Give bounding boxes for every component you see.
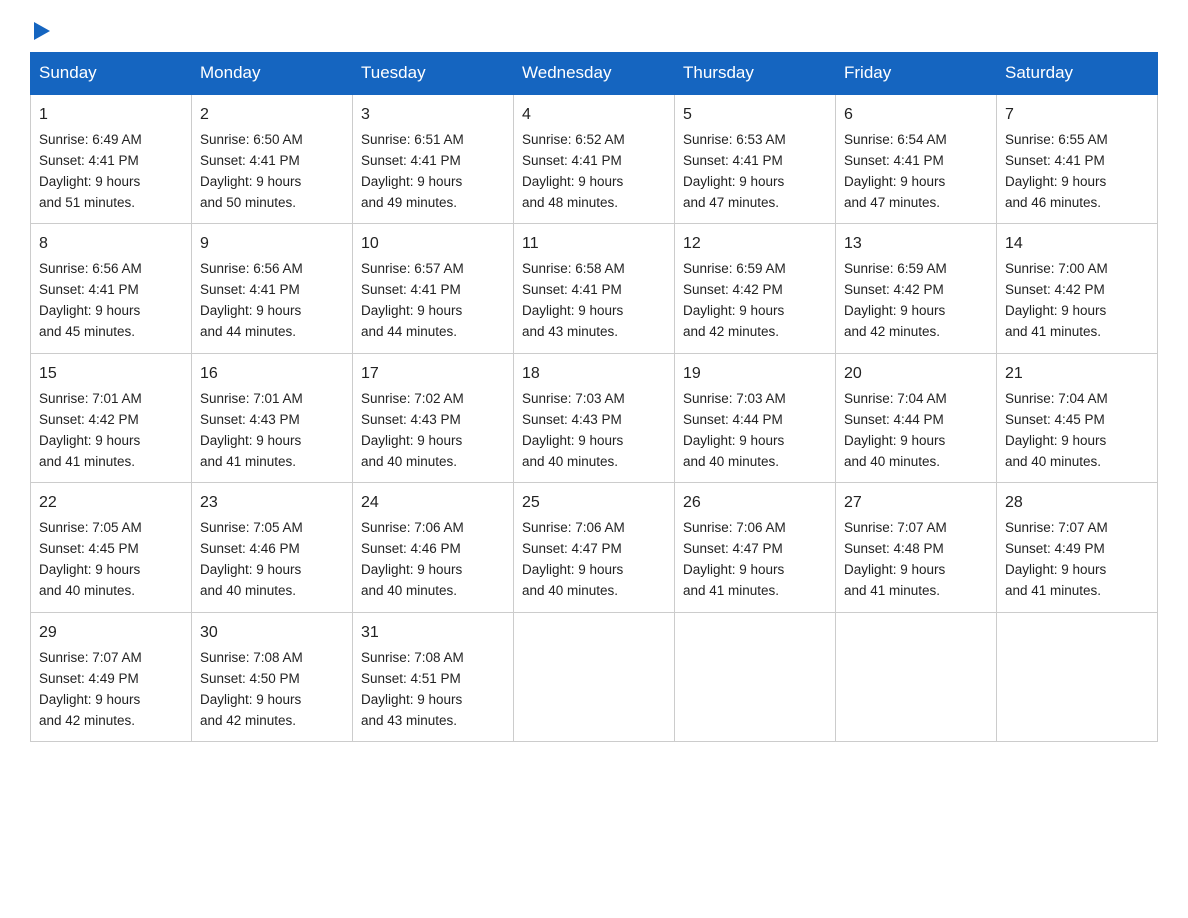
calendar-day-cell: 29Sunrise: 7:07 AMSunset: 4:49 PMDayligh… [31, 612, 192, 741]
day-number: 31 [361, 621, 505, 646]
day-number: 24 [361, 491, 505, 516]
logo-flag-icon [30, 20, 52, 42]
calendar-day-cell: 19Sunrise: 7:03 AMSunset: 4:44 PMDayligh… [675, 353, 836, 482]
calendar-day-cell [997, 612, 1158, 741]
day-number: 18 [522, 362, 666, 387]
day-number: 14 [1005, 232, 1149, 257]
day-number: 21 [1005, 362, 1149, 387]
calendar-week-row: 22Sunrise: 7:05 AMSunset: 4:45 PMDayligh… [31, 483, 1158, 612]
calendar-day-cell: 6Sunrise: 6:54 AMSunset: 4:41 PMDaylight… [836, 94, 997, 224]
day-number: 13 [844, 232, 988, 257]
day-number: 19 [683, 362, 827, 387]
calendar-day-cell: 24Sunrise: 7:06 AMSunset: 4:46 PMDayligh… [353, 483, 514, 612]
calendar-day-cell: 4Sunrise: 6:52 AMSunset: 4:41 PMDaylight… [514, 94, 675, 224]
day-number: 23 [200, 491, 344, 516]
day-number: 17 [361, 362, 505, 387]
calendar-day-cell: 21Sunrise: 7:04 AMSunset: 4:45 PMDayligh… [997, 353, 1158, 482]
calendar-day-cell: 3Sunrise: 6:51 AMSunset: 4:41 PMDaylight… [353, 94, 514, 224]
calendar-day-cell [836, 612, 997, 741]
day-number: 22 [39, 491, 183, 516]
calendar-day-cell: 26Sunrise: 7:06 AMSunset: 4:47 PMDayligh… [675, 483, 836, 612]
calendar-day-cell [514, 612, 675, 741]
calendar-day-cell: 22Sunrise: 7:05 AMSunset: 4:45 PMDayligh… [31, 483, 192, 612]
calendar-day-cell: 30Sunrise: 7:08 AMSunset: 4:50 PMDayligh… [192, 612, 353, 741]
calendar-week-row: 15Sunrise: 7:01 AMSunset: 4:42 PMDayligh… [31, 353, 1158, 482]
page-header [30, 20, 1158, 42]
day-number: 16 [200, 362, 344, 387]
day-number: 29 [39, 621, 183, 646]
calendar-day-header: Monday [192, 53, 353, 95]
day-number: 15 [39, 362, 183, 387]
calendar-day-header: Thursday [675, 53, 836, 95]
calendar-day-cell: 20Sunrise: 7:04 AMSunset: 4:44 PMDayligh… [836, 353, 997, 482]
logo [30, 20, 52, 42]
calendar-day-cell: 28Sunrise: 7:07 AMSunset: 4:49 PMDayligh… [997, 483, 1158, 612]
calendar-day-cell: 17Sunrise: 7:02 AMSunset: 4:43 PMDayligh… [353, 353, 514, 482]
day-number: 2 [200, 103, 344, 128]
calendar-day-cell: 23Sunrise: 7:05 AMSunset: 4:46 PMDayligh… [192, 483, 353, 612]
calendar-day-cell: 15Sunrise: 7:01 AMSunset: 4:42 PMDayligh… [31, 353, 192, 482]
calendar-day-cell: 12Sunrise: 6:59 AMSunset: 4:42 PMDayligh… [675, 224, 836, 353]
calendar-week-row: 29Sunrise: 7:07 AMSunset: 4:49 PMDayligh… [31, 612, 1158, 741]
calendar-header-row: SundayMondayTuesdayWednesdayThursdayFrid… [31, 53, 1158, 95]
day-number: 9 [200, 232, 344, 257]
calendar-day-cell: 16Sunrise: 7:01 AMSunset: 4:43 PMDayligh… [192, 353, 353, 482]
calendar-day-cell: 2Sunrise: 6:50 AMSunset: 4:41 PMDaylight… [192, 94, 353, 224]
day-number: 7 [1005, 103, 1149, 128]
day-number: 25 [522, 491, 666, 516]
calendar-day-cell: 25Sunrise: 7:06 AMSunset: 4:47 PMDayligh… [514, 483, 675, 612]
calendar-day-cell: 11Sunrise: 6:58 AMSunset: 4:41 PMDayligh… [514, 224, 675, 353]
calendar-week-row: 1Sunrise: 6:49 AMSunset: 4:41 PMDaylight… [31, 94, 1158, 224]
day-number: 8 [39, 232, 183, 257]
calendar-day-header: Wednesday [514, 53, 675, 95]
day-number: 1 [39, 103, 183, 128]
day-number: 28 [1005, 491, 1149, 516]
day-number: 12 [683, 232, 827, 257]
day-number: 4 [522, 103, 666, 128]
calendar-day-cell: 31Sunrise: 7:08 AMSunset: 4:51 PMDayligh… [353, 612, 514, 741]
day-number: 10 [361, 232, 505, 257]
day-number: 11 [522, 232, 666, 257]
calendar-table: SundayMondayTuesdayWednesdayThursdayFrid… [30, 52, 1158, 742]
calendar-day-cell: 1Sunrise: 6:49 AMSunset: 4:41 PMDaylight… [31, 94, 192, 224]
day-number: 6 [844, 103, 988, 128]
calendar-day-cell: 18Sunrise: 7:03 AMSunset: 4:43 PMDayligh… [514, 353, 675, 482]
calendar-day-cell: 8Sunrise: 6:56 AMSunset: 4:41 PMDaylight… [31, 224, 192, 353]
calendar-week-row: 8Sunrise: 6:56 AMSunset: 4:41 PMDaylight… [31, 224, 1158, 353]
day-number: 27 [844, 491, 988, 516]
calendar-day-header: Saturday [997, 53, 1158, 95]
calendar-day-header: Friday [836, 53, 997, 95]
calendar-day-cell [675, 612, 836, 741]
calendar-day-cell: 14Sunrise: 7:00 AMSunset: 4:42 PMDayligh… [997, 224, 1158, 353]
day-number: 26 [683, 491, 827, 516]
day-number: 20 [844, 362, 988, 387]
calendar-day-cell: 9Sunrise: 6:56 AMSunset: 4:41 PMDaylight… [192, 224, 353, 353]
calendar-day-cell: 7Sunrise: 6:55 AMSunset: 4:41 PMDaylight… [997, 94, 1158, 224]
calendar-day-cell: 27Sunrise: 7:07 AMSunset: 4:48 PMDayligh… [836, 483, 997, 612]
calendar-day-cell: 5Sunrise: 6:53 AMSunset: 4:41 PMDaylight… [675, 94, 836, 224]
day-number: 3 [361, 103, 505, 128]
calendar-day-cell: 13Sunrise: 6:59 AMSunset: 4:42 PMDayligh… [836, 224, 997, 353]
day-number: 30 [200, 621, 344, 646]
calendar-day-header: Sunday [31, 53, 192, 95]
calendar-day-cell: 10Sunrise: 6:57 AMSunset: 4:41 PMDayligh… [353, 224, 514, 353]
day-number: 5 [683, 103, 827, 128]
calendar-day-header: Tuesday [353, 53, 514, 95]
